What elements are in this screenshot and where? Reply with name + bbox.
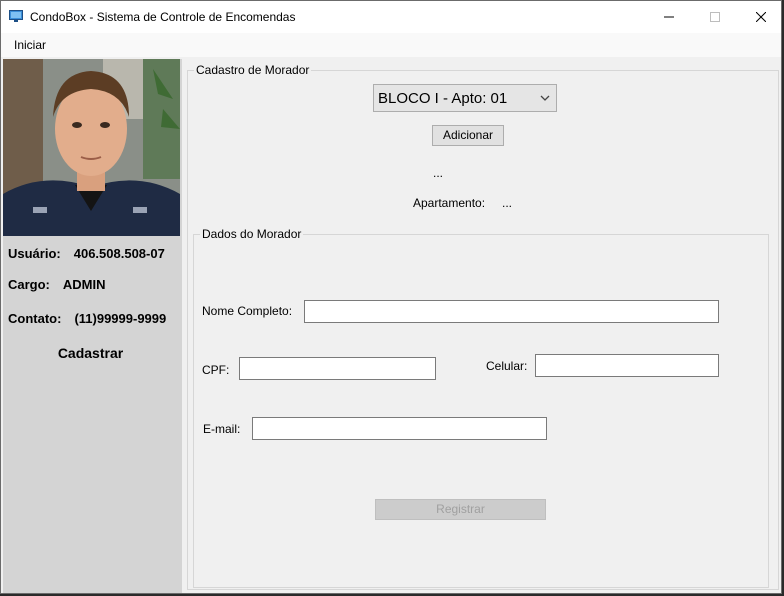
menu-iniciar[interactable]: Iniciar bbox=[9, 37, 51, 53]
celular-field[interactable] bbox=[535, 354, 719, 377]
dados-legend: Dados do Morador bbox=[200, 227, 304, 241]
contato-label: Contato: bbox=[8, 311, 62, 326]
add-button[interactable]: Adicionar bbox=[432, 125, 504, 146]
nome-label: Nome Completo: bbox=[202, 304, 293, 318]
minimize-button[interactable] bbox=[646, 1, 692, 33]
cpf-label: CPF: bbox=[202, 363, 230, 377]
cargo-info: Cargo: ADMIN bbox=[8, 277, 106, 292]
contato-info: Contato: (11)99999-9999 bbox=[8, 311, 166, 326]
app-icon bbox=[9, 10, 23, 22]
cargo-value: ADMIN bbox=[62, 277, 106, 292]
cargo-label: Cargo: bbox=[8, 277, 50, 292]
cpf-field[interactable] bbox=[239, 357, 436, 380]
close-button[interactable] bbox=[738, 1, 781, 33]
user-value: 406.508.508-07 bbox=[73, 246, 165, 261]
user-photo bbox=[3, 59, 180, 236]
email-label: E-mail: bbox=[203, 422, 241, 436]
apartamento-value: ... bbox=[502, 196, 513, 210]
status-text: ... bbox=[433, 166, 444, 180]
user-info: Usuário: 406.508.508-07 bbox=[8, 246, 165, 261]
cadastro-legend: Cadastro de Morador bbox=[194, 63, 312, 77]
apartment-select-value: BLOCO I - Apto: 01 bbox=[378, 90, 508, 107]
apartamento-label: Apartamento: bbox=[413, 196, 486, 210]
apartment-select[interactable]: BLOCO I - Apto: 01 bbox=[373, 84, 557, 112]
menu-bar: Iniciar bbox=[1, 33, 781, 57]
app-window: CondoBox - Sistema de Controle de Encome… bbox=[0, 0, 782, 594]
cadastrar-link[interactable]: Cadastrar bbox=[3, 345, 178, 361]
nome-field[interactable] bbox=[304, 300, 719, 323]
minimize-icon bbox=[664, 16, 674, 18]
register-button[interactable]: Registrar bbox=[375, 499, 546, 520]
email-field[interactable] bbox=[252, 417, 547, 440]
contato-value: (11)99999-9999 bbox=[74, 311, 167, 326]
maximize-icon bbox=[710, 12, 720, 22]
user-label: Usuário: bbox=[8, 246, 61, 261]
window-title: CondoBox - Sistema de Controle de Encome… bbox=[30, 10, 296, 24]
celular-label: Celular: bbox=[486, 359, 528, 373]
maximize-button[interactable] bbox=[692, 1, 738, 33]
title-bar: CondoBox - Sistema de Controle de Encome… bbox=[1, 1, 781, 33]
close-icon bbox=[756, 12, 766, 22]
chevron-down-icon bbox=[540, 95, 550, 101]
sidebar: Usuário: 406.508.508-07 Cargo: ADMIN Conta… bbox=[3, 59, 182, 593]
dados-group: Dados do Morador bbox=[193, 227, 769, 588]
